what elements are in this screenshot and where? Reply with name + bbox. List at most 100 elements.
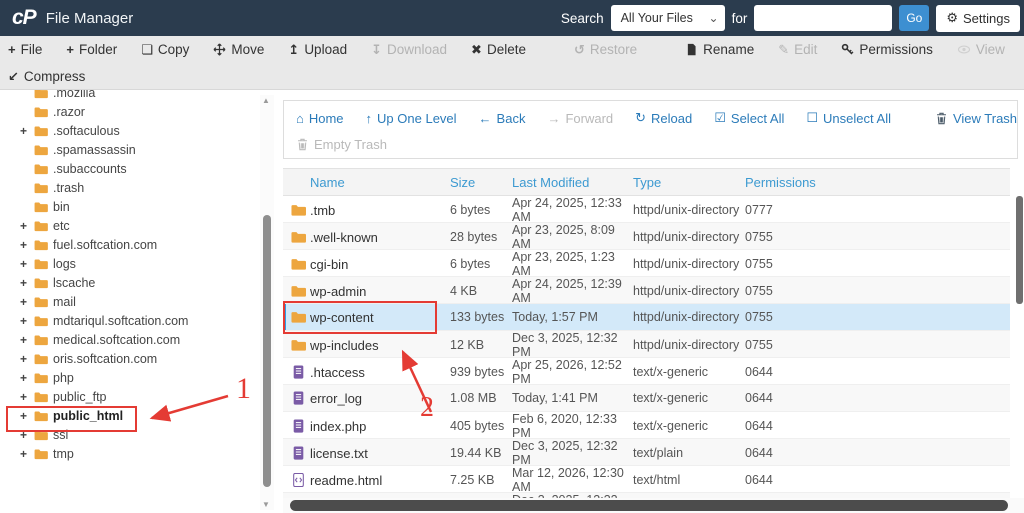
tree-item-softaculous[interactable]: + .softaculous bbox=[0, 121, 258, 140]
expand-plus-icon[interactable]: + bbox=[20, 428, 34, 442]
tree-scrollbar[interactable]: ▲ ▼ bbox=[260, 95, 274, 510]
search-scope-select[interactable]: All Your Files ⌄ bbox=[610, 5, 725, 31]
go-button[interactable]: Go bbox=[899, 5, 930, 31]
folder-icon bbox=[291, 310, 306, 324]
tree-scrollbar-thumb[interactable] bbox=[263, 215, 271, 487]
column-header-permissions[interactable]: Permissions bbox=[745, 175, 1010, 190]
expand-plus-icon[interactable]: + bbox=[20, 276, 34, 290]
tree-item-fuel[interactable]: + fuel.softcation.com bbox=[0, 235, 258, 254]
download-button[interactable]: ↧ Download bbox=[371, 42, 447, 58]
tree-item-mail[interactable]: + mail bbox=[0, 292, 258, 311]
tree-item-lscache[interactable]: + lscache bbox=[0, 273, 258, 292]
back-link[interactable]: ← Back bbox=[479, 111, 526, 126]
table-row[interactable]: wp-admin 4 KB Apr 24, 2025, 12:39 AM htt… bbox=[283, 277, 1010, 305]
column-header-size[interactable]: Size bbox=[450, 175, 512, 190]
expand-plus-icon[interactable]: + bbox=[20, 295, 34, 309]
expand-plus-icon[interactable]: + bbox=[20, 371, 34, 385]
trash-icon bbox=[296, 137, 309, 151]
tree-item-medical[interactable]: + medical.softcation.com bbox=[0, 330, 258, 349]
permissions-button[interactable]: Permissions bbox=[841, 42, 933, 57]
move-button[interactable]: Move bbox=[213, 42, 264, 57]
folder-button[interactable]: + Folder bbox=[66, 42, 117, 57]
home-link[interactable]: ⌂ Home bbox=[296, 111, 344, 126]
plus-icon: + bbox=[66, 42, 74, 57]
tree-item-spamassassin[interactable]: .spamassassin bbox=[0, 140, 258, 159]
folder-icon bbox=[34, 372, 48, 384]
tree-item-ssl[interactable]: + ssl bbox=[0, 425, 258, 444]
table-row[interactable]: .tmb 6 bytes Apr 24, 2025, 12:33 AM http… bbox=[283, 196, 1010, 224]
view-trash-link[interactable]: View Trash bbox=[935, 111, 1017, 126]
table-horizontal-scrollbar[interactable] bbox=[290, 500, 1008, 511]
table-row[interactable]: cgi-bin 6 bytes Apr 23, 2025, 1:23 AM ht… bbox=[283, 250, 1010, 278]
expand-plus-icon[interactable]: + bbox=[20, 409, 34, 423]
expand-plus-icon[interactable]: + bbox=[20, 124, 34, 138]
nav-row-1: ⌂ Home ↑ Up One Level ← Back → Forward ↻ Relo… bbox=[296, 105, 1017, 131]
file-button[interactable]: + File bbox=[8, 42, 42, 57]
folder-icon bbox=[34, 182, 48, 194]
rename-button[interactable]: Rename bbox=[685, 42, 754, 57]
settings-button[interactable]: ⚙ Settings bbox=[936, 4, 1020, 32]
tree-item-razor[interactable]: .razor bbox=[0, 102, 258, 121]
table-row[interactable]: .well-known 28 bytes Apr 23, 2025, 8:09 … bbox=[283, 223, 1010, 251]
scroll-down-icon[interactable]: ▼ bbox=[262, 500, 270, 509]
restore-button[interactable]: ↺ Restore bbox=[574, 42, 637, 58]
empty-trash-link[interactable]: Empty Trash bbox=[296, 137, 387, 152]
expand-plus-icon[interactable]: + bbox=[20, 447, 34, 461]
file-icon bbox=[291, 446, 306, 460]
expand-plus-icon[interactable]: + bbox=[20, 219, 34, 233]
table-row[interactable]: license.txt 19.44 KB Dec 3, 2025, 12:32 … bbox=[283, 439, 1010, 467]
folder-icon bbox=[34, 410, 48, 422]
view-button[interactable]: View bbox=[957, 42, 1005, 57]
folder-icon bbox=[34, 106, 48, 118]
upload-button[interactable]: ↥ Upload bbox=[288, 42, 347, 58]
column-header-name[interactable]: Name bbox=[310, 175, 450, 190]
tree-item-public-html[interactable]: + public_html bbox=[0, 406, 258, 425]
edit-button[interactable]: ✎ Edit bbox=[778, 42, 817, 58]
delete-button[interactable]: ✖ Delete bbox=[471, 42, 526, 58]
table-row[interactable]: index.php 405 bytes Feb 6, 2020, 12:33 P… bbox=[283, 412, 1010, 440]
table-vertical-scrollbar[interactable] bbox=[1016, 196, 1023, 304]
folder-icon bbox=[34, 163, 48, 175]
tree-item-public-ftp[interactable]: + public_ftp bbox=[0, 387, 258, 406]
tree-item-clipped[interactable]: .mozilla bbox=[0, 90, 258, 102]
expand-plus-icon[interactable]: + bbox=[20, 257, 34, 271]
tree-item-tmp[interactable]: + tmp bbox=[0, 444, 258, 463]
download-icon: ↧ bbox=[371, 41, 382, 57]
compress-button[interactable]: ↙ Compress bbox=[8, 69, 85, 85]
page-title: File Manager bbox=[45, 9, 134, 27]
folder-icon bbox=[34, 144, 48, 156]
tree-item-logs[interactable]: + logs bbox=[0, 254, 258, 273]
tree-item-oris[interactable]: + oris.softcation.com bbox=[0, 349, 258, 368]
tree-item-mdtariqul[interactable]: + mdtariqul.softcation.com bbox=[0, 311, 258, 330]
unselect-all-link[interactable]: ☐ Unselect All bbox=[806, 110, 891, 126]
column-header-type[interactable]: Type bbox=[633, 175, 745, 190]
reload-link[interactable]: ↻ Reload bbox=[635, 110, 692, 126]
expand-plus-icon[interactable]: + bbox=[20, 333, 34, 347]
file-icon bbox=[291, 391, 306, 405]
folder-icon bbox=[34, 125, 48, 137]
search-input[interactable] bbox=[754, 5, 893, 31]
tree-item-subaccounts[interactable]: .subaccounts bbox=[0, 159, 258, 178]
copy-button[interactable]: ❏ Copy bbox=[141, 42, 189, 58]
tree-item-php[interactable]: + php bbox=[0, 368, 258, 387]
directory-tree: .mozilla .razor + .softaculous .spamassas… bbox=[0, 90, 258, 513]
tree-item-etc[interactable]: + etc bbox=[0, 216, 258, 235]
folder-icon bbox=[34, 448, 48, 460]
forward-link[interactable]: → Forward bbox=[547, 111, 613, 126]
select-all-link[interactable]: ☑ Select All bbox=[714, 110, 784, 126]
column-header-last-modified[interactable]: Last Modified bbox=[512, 175, 633, 190]
tree-item-trash[interactable]: .trash bbox=[0, 178, 258, 197]
table-row[interactable]: readme.html 7.25 KB Mar 12, 2026, 12:30 … bbox=[283, 466, 1010, 494]
table-row[interactable]: .htaccess 939 bytes Apr 25, 2026, 12:52 … bbox=[283, 358, 1010, 386]
nav-row-2: Empty Trash bbox=[296, 131, 1017, 157]
expand-plus-icon[interactable]: + bbox=[20, 352, 34, 366]
table-row[interactable]: error_log 1.08 MB Today, 1:41 PM text/x-… bbox=[283, 385, 1010, 412]
table-row[interactable]: wp-includes 12 KB Dec 3, 2025, 12:32 PM … bbox=[283, 331, 1010, 359]
scroll-up-icon[interactable]: ▲ bbox=[262, 96, 270, 105]
expand-plus-icon[interactable]: + bbox=[20, 314, 34, 328]
tree-item-bin[interactable]: bin bbox=[0, 197, 258, 216]
table-row-selected[interactable]: wp-content 133 bytes Today, 1:57 PM http… bbox=[283, 304, 1010, 331]
expand-plus-icon[interactable]: + bbox=[20, 238, 34, 252]
expand-plus-icon[interactable]: + bbox=[20, 390, 34, 404]
up-one-level-link[interactable]: ↑ Up One Level bbox=[366, 111, 457, 126]
